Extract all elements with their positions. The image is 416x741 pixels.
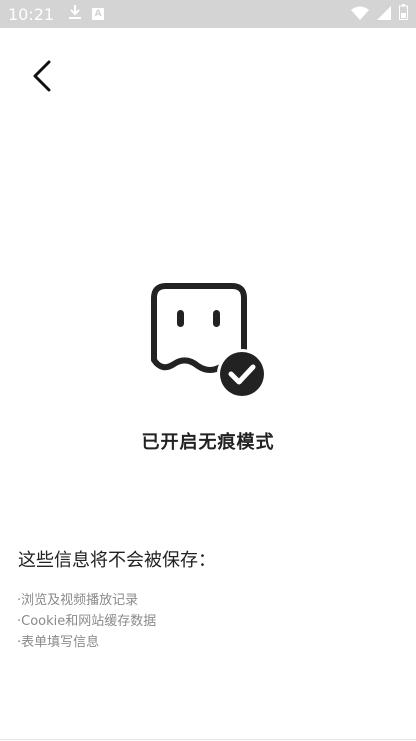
battery-icon	[399, 4, 408, 24]
back-button[interactable]	[20, 54, 64, 98]
status-right-icons	[351, 4, 408, 24]
download-icon	[68, 4, 82, 24]
status-left-icons: A	[68, 4, 105, 24]
info-heading: 这些信息将不会被保存：	[18, 550, 216, 571]
list-item-cookie: ·Cookie和网站缓存数据	[17, 614, 157, 629]
incognito-mode-title: 已开启无痕模式	[141, 432, 275, 453]
status-bar: 10:21 A	[0, 0, 416, 28]
list-item-forms: ·表单填写信息	[17, 635, 100, 650]
wifi-icon	[351, 5, 369, 24]
info-list: ·浏览及视频播放记录 ·Cookie和网站缓存数据 ·表单填写信息	[17, 590, 156, 653]
a-badge-icon: A	[92, 8, 105, 20]
chevron-left-icon	[33, 60, 51, 92]
list-item-history: ·浏览及视频播放记录	[17, 593, 139, 608]
incognito-sheet: 已开启无痕模式 这些信息将不会被保存： ·浏览及视频播放记录 ·Cookie和网…	[0, 28, 416, 741]
bottom-divider	[0, 739, 416, 740]
status-time: 10:21	[8, 4, 55, 24]
ghost-check-icon	[148, 280, 268, 400]
signal-icon	[377, 5, 391, 24]
